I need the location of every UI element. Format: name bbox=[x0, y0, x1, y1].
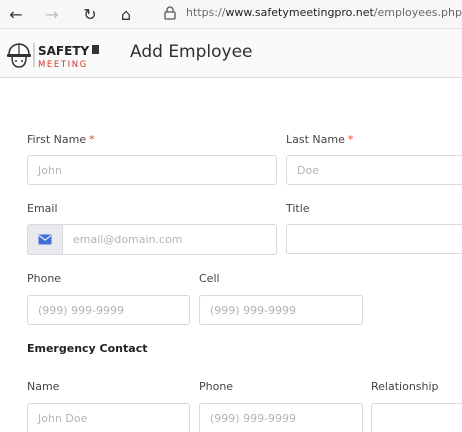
emergency-name-input[interactable]: John Doe bbox=[27, 403, 190, 432]
first-name-label: First Name * bbox=[27, 133, 95, 146]
required-marker: * bbox=[347, 133, 354, 146]
emergency-phone-input[interactable]: (999) 999-9999 bbox=[199, 403, 363, 432]
emergency-name-label: Name bbox=[27, 380, 60, 393]
email-label: Email bbox=[27, 202, 58, 215]
back-arrow-icon[interactable]: ← bbox=[6, 4, 26, 24]
page-title: Add Employee bbox=[130, 42, 253, 62]
home-icon[interactable]: ⌂ bbox=[116, 4, 136, 24]
phone-label: Phone bbox=[27, 272, 62, 285]
safety-meeting-logo[interactable]: SAFETY MEETING bbox=[6, 40, 118, 70]
url-domain: www.safetymeetingpro.net bbox=[225, 6, 374, 19]
emergency-phone-label: Phone bbox=[199, 380, 234, 393]
address-bar[interactable]: https://www.safetymeetingpro.net/employe… bbox=[186, 6, 462, 19]
last-name-label: Last Name * bbox=[286, 133, 354, 146]
emergency-contact-heading: Emergency Contact bbox=[27, 342, 148, 355]
required-marker: * bbox=[89, 133, 95, 146]
last-name-input[interactable]: Doe bbox=[286, 155, 462, 185]
relationship-label: Relationship bbox=[371, 380, 439, 393]
email-addon bbox=[27, 224, 62, 255]
relationship-input[interactable] bbox=[371, 403, 462, 432]
refresh-icon[interactable]: ↻ bbox=[80, 4, 100, 24]
phone-input[interactable]: (999) 999-9999 bbox=[27, 295, 190, 325]
first-name-input[interactable]: John bbox=[27, 155, 277, 185]
email-field-group: email@domain.com bbox=[27, 224, 277, 255]
envelope-icon bbox=[38, 234, 52, 245]
svg-text:SAFETY: SAFETY bbox=[38, 44, 90, 58]
url-path: /employees.php bbox=[373, 6, 462, 19]
cell-label: Cell bbox=[199, 272, 220, 285]
url-prefix: https:// bbox=[186, 6, 226, 19]
forward-arrow-icon[interactable]: → bbox=[42, 4, 62, 24]
title-label: Title bbox=[286, 202, 310, 215]
title-input[interactable] bbox=[286, 224, 462, 254]
email-input[interactable]: email@domain.com bbox=[62, 224, 277, 255]
cell-input[interactable]: (999) 999-9999 bbox=[199, 295, 363, 325]
app-header: SAFETY MEETING Add Employee bbox=[0, 29, 462, 78]
browser-toolbar: ← → ↻ ⌂ https://www.safetymeetingpro.net… bbox=[0, 0, 462, 29]
svg-text:MEETING: MEETING bbox=[38, 60, 88, 70]
lock-icon bbox=[164, 6, 176, 20]
